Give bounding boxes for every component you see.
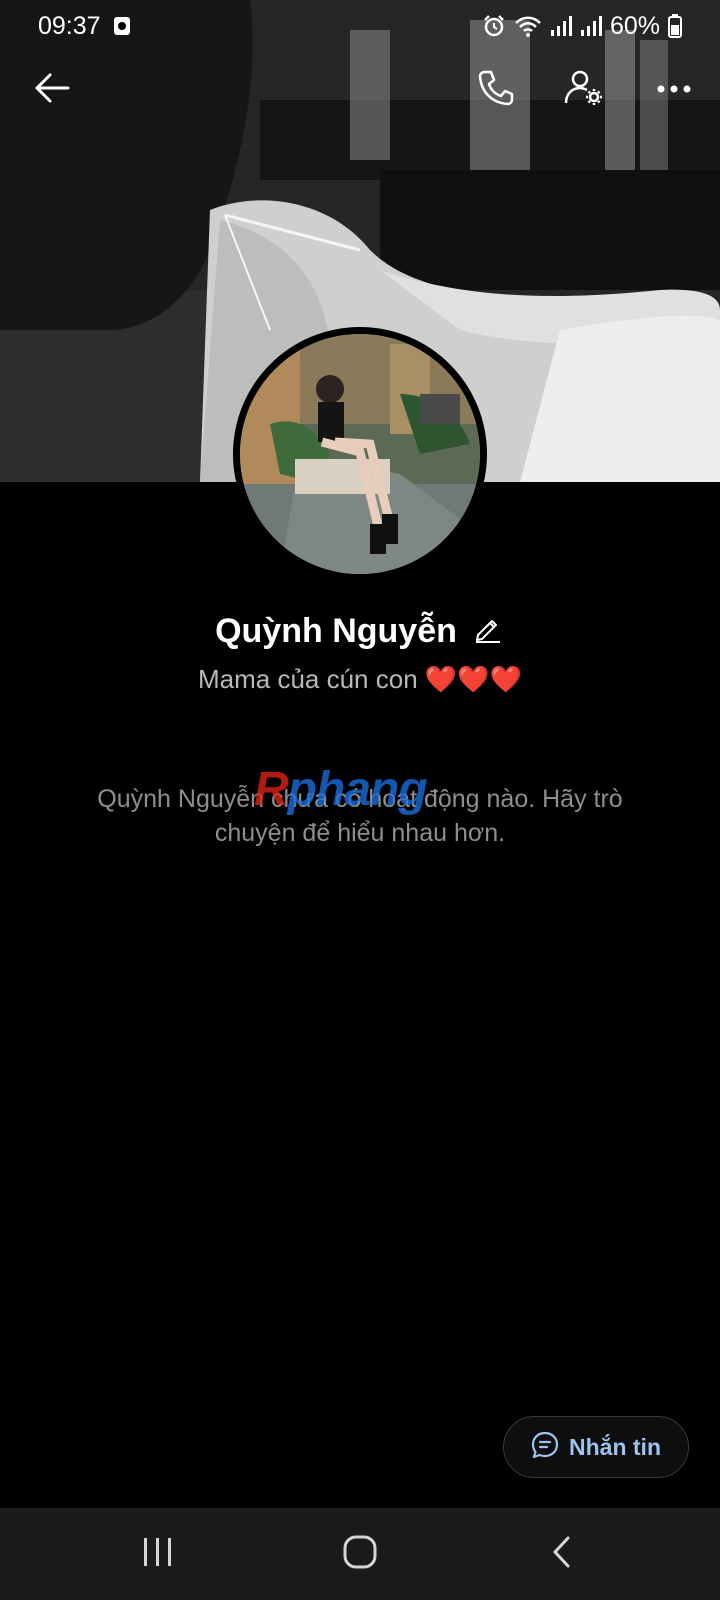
recent-apps-button[interactable] xyxy=(126,1522,190,1586)
nav-back-button[interactable] xyxy=(530,1522,594,1586)
more-options-button[interactable] xyxy=(642,58,706,122)
back-arrow-icon xyxy=(34,72,70,109)
status-left: 09:37 xyxy=(38,12,131,41)
edit-name-button[interactable] xyxy=(471,615,505,649)
send-message-button[interactable]: Nhắn tin xyxy=(503,1416,689,1478)
recent-apps-icon xyxy=(141,1536,175,1573)
user-settings-icon xyxy=(564,68,604,113)
wifi-icon xyxy=(514,14,542,38)
home-icon xyxy=(342,1534,378,1575)
phone-call-icon xyxy=(477,69,515,112)
profile-name-row: Quỳnh Nguyễn xyxy=(0,612,720,651)
status-right: 60% xyxy=(482,12,682,41)
back-icon xyxy=(550,1535,574,1574)
watermark-logo: Rphang xyxy=(254,762,428,817)
signal-icon xyxy=(550,15,572,37)
watermark-part-1: R xyxy=(254,763,289,816)
signal-icon-2 xyxy=(580,15,602,37)
battery-percent: 60% xyxy=(609,11,660,40)
alarm-icon xyxy=(482,14,506,38)
send-message-label: Nhắn tin xyxy=(569,1433,661,1460)
watermark-part-2: phang xyxy=(287,763,428,816)
screen-record-icon xyxy=(113,16,131,36)
profile-bio: Mama của cún con ❤️❤️❤️ xyxy=(197,664,522,694)
profile-name: Quỳnh Nguyễn xyxy=(215,612,457,650)
pencil-icon xyxy=(474,615,502,648)
back-button[interactable] xyxy=(20,58,84,122)
battery-icon xyxy=(668,14,682,38)
top-action-bar xyxy=(0,58,720,122)
more-dots-icon xyxy=(656,81,692,99)
system-nav-bar xyxy=(0,1508,720,1600)
call-button[interactable] xyxy=(464,58,528,122)
home-button[interactable] xyxy=(328,1522,392,1586)
status-time: 09:37 xyxy=(38,11,101,40)
user-settings-button[interactable] xyxy=(552,58,616,122)
profile-avatar[interactable] xyxy=(233,327,487,581)
status-bar: 09:37 60% xyxy=(0,0,720,52)
avatar-photo xyxy=(240,334,480,574)
chat-bubble-icon xyxy=(531,1431,559,1464)
